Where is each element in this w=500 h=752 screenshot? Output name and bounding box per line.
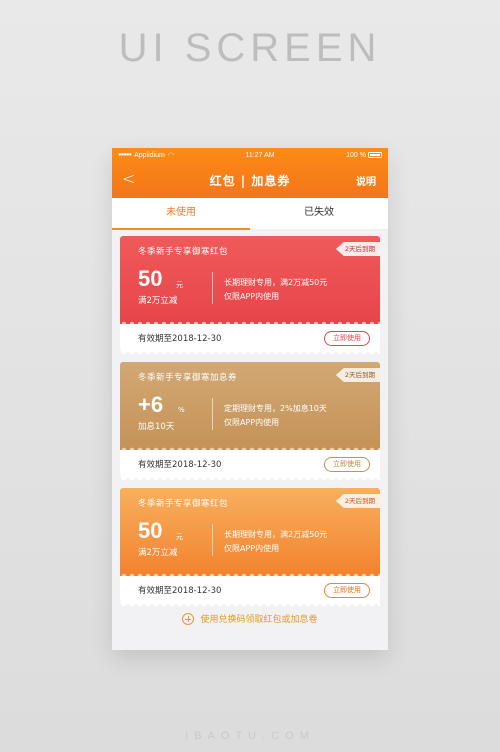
hero-title: UI SCREEN [118,26,382,70]
battery-label: 100 % [346,151,366,159]
coupon-header: 冬季新手专享御寒红包 2天后到期 50 元 满2万立减 长期理财专用，满2万减5… [120,236,380,324]
coupon-desc-line: 长期理财专用，满2万减50元 [224,278,328,287]
coupon-divider [212,398,213,430]
coupon-divider [212,272,213,304]
coupon-desc-line: 仅限APP内使用 [224,544,280,553]
coupon-desc-line: 仅限APP内使用 [224,418,280,427]
active-tab-indicator [112,228,250,230]
coupon-footer: 有效期至2018-12-30 立即使用 [120,450,380,481]
help-button[interactable]: 说明 [356,173,376,188]
expire-tag: 2天后到期 [335,242,380,256]
tab-expired[interactable]: 已失效 [250,198,388,229]
tab-unused[interactable]: 未使用 [112,198,250,229]
coupon-header: 冬季新手专享御寒红包 2天后到期 50 元 满2万立减 长期理财专用，满2万减5… [120,488,380,576]
coupon-divider [212,524,213,556]
coupon-description: 定期理财专用，2%加息10天 仅限APP内使用 [224,402,327,430]
coupon-condition: 加息10天 [138,422,175,432]
coupon-description: 长期理财专用，满2万减50元 仅限APP内使用 [224,276,327,304]
expire-tag: 2天后到期 [335,368,380,382]
coupon-desc-line: 长期理财专用，满2万减50元 [224,530,328,539]
header: ●●●●● Applidium ◠ 11:27 AM 100 % < 红包 | … [112,148,388,198]
coupon-footer: 有效期至2018-12-30 立即使用 [120,324,380,355]
status-left: ●●●●● Applidium ◠ [118,151,174,160]
page-title: 红包 | 加息券 [209,173,291,188]
status-time: 11:27 AM [245,151,275,159]
coupon-description: 长期理财专用，满2万减50元 仅限APP内使用 [224,528,327,556]
redeem-code-link[interactable]: 使用兑换码领取红包或加息卷 [112,612,388,625]
coupon-condition: 满2万立减 [138,296,178,306]
coupon-title: 冬季新手专享御寒红包 [138,499,229,509]
coupon-value: +6 [138,392,164,417]
coupon-value: 50 [138,518,163,543]
status-right: 100 % [346,152,382,159]
redeem-code-label: 使用兑换码领取红包或加息卷 [200,615,318,625]
coupon-condition: 满2万立减 [138,548,178,558]
coupon-footer: 有效期至2018-12-30 立即使用 [120,576,380,607]
phone-screen: ●●●●● Applidium ◠ 11:27 AM 100 % < 红包 | … [112,148,388,650]
coupon-value: 50 [138,266,163,291]
use-now-button[interactable]: 立即使用 [324,456,370,472]
watermark: IBAOTU.COM [185,730,315,742]
coupon-validity: 有效期至2018-12-30 [138,586,222,596]
use-now-button[interactable]: 立即使用 [324,330,370,346]
coupon-desc-line: 仅限APP内使用 [224,292,280,301]
expire-tag: 2天后到期 [335,494,380,508]
signal-icon: ●●●●● [118,152,132,158]
coupon-unit: 元 [176,533,183,541]
wifi-icon: ◠ [167,152,174,159]
nav-bar: < 红包 | 加息券 说明 [112,162,388,198]
tab-bar: 未使用 已失效 [112,198,388,230]
coupon-card: 冬季新手专享御寒加息券 2天后到期 +6 % 加息10天 定期理财专用，2%加息… [120,362,380,481]
back-chevron-icon[interactable]: < [122,171,135,187]
coupon-title: 冬季新手专享御寒加息券 [138,373,238,383]
coupon-header: 冬季新手专享御寒加息券 2天后到期 +6 % 加息10天 定期理财专用，2%加息… [120,362,380,450]
coupon-unit: 元 [176,281,183,289]
use-now-button[interactable]: 立即使用 [324,582,370,598]
plus-circle-icon [182,612,195,625]
battery-icon [368,152,382,158]
coupon-card: 冬季新手专享御寒红包 2天后到期 50 元 满2万立减 长期理财专用，满2万减5… [120,488,380,607]
coupon-title: 冬季新手专享御寒红包 [138,247,229,257]
carrier-label: Applidium [134,151,165,159]
coupon-desc-line: 定期理财专用，2%加息10天 [224,404,327,413]
coupon-card: 冬季新手专享御寒红包 2天后到期 50 元 满2万立减 长期理财专用，满2万减5… [120,236,380,355]
coupon-validity: 有效期至2018-12-30 [138,334,222,344]
status-bar: ●●●●● Applidium ◠ 11:27 AM 100 % [112,148,388,162]
coupon-unit: % [178,406,185,414]
coupon-validity: 有效期至2018-12-30 [138,460,222,470]
